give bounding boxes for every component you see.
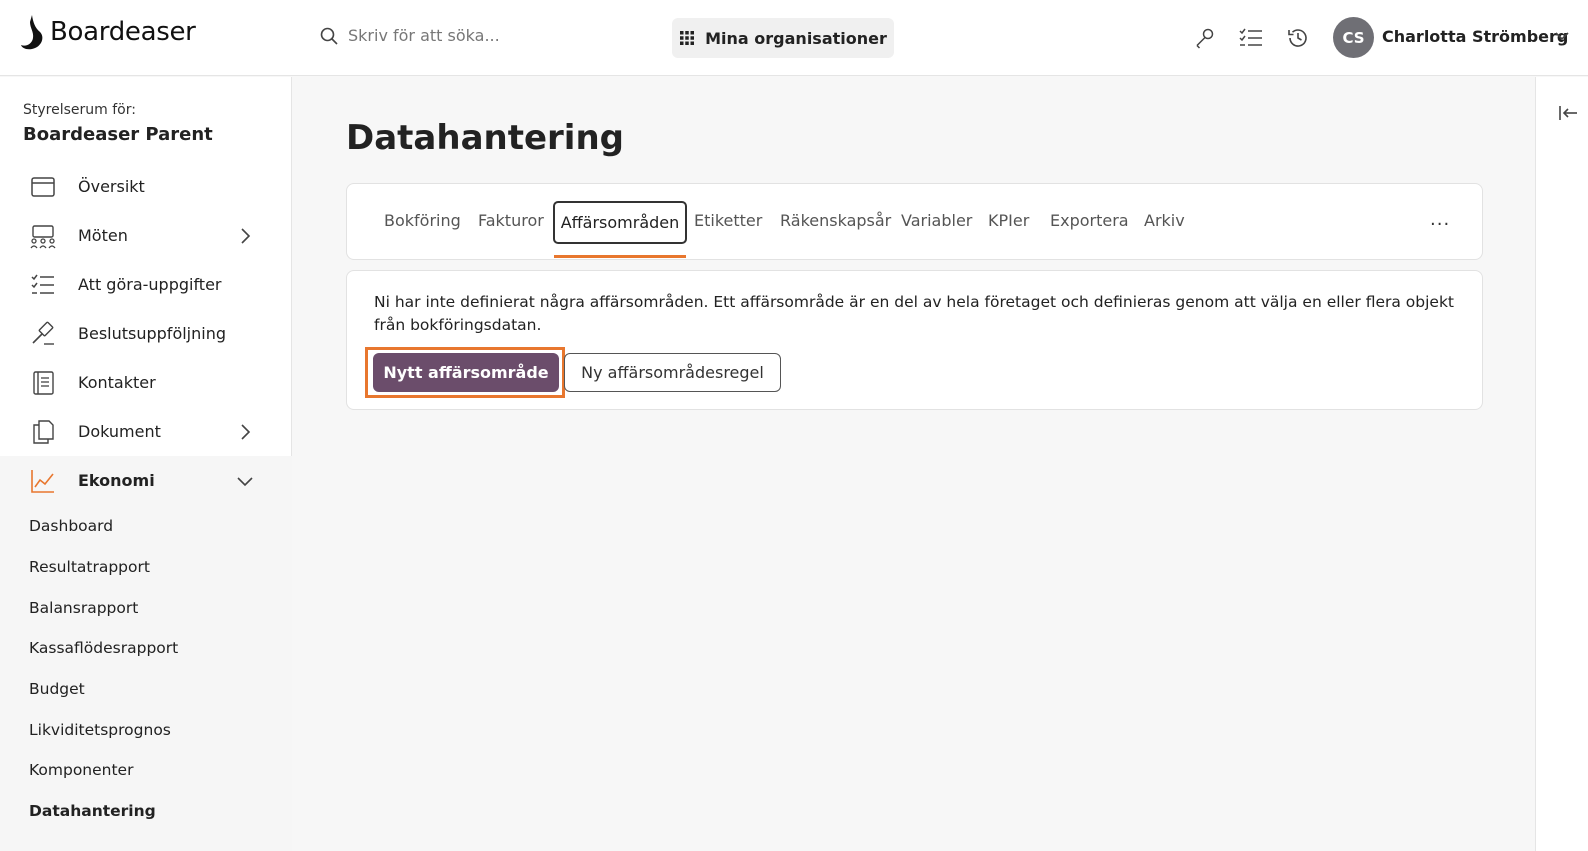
boardroom-title: Boardeaser Parent [23,124,213,145]
tab-variabler[interactable]: Variabler [901,211,972,230]
logo-text: Boardeaser [50,17,196,47]
tab-exportera[interactable]: Exportera [1050,211,1129,230]
my-organisations-button[interactable]: Mina organisationer [672,18,894,58]
ekonomi-submenu [0,502,292,851]
submenu-resultatrapport[interactable]: Resultatrapport [29,558,150,576]
sidebar-item-label: Kontakter [78,373,156,392]
sidebar-item-label: Att göra-uppgifter [78,275,222,294]
sidebar-item-oversikt[interactable]: Översikt [0,162,292,211]
chart-line-icon [31,470,54,493]
chevron-right-icon [241,424,251,440]
sidebar-item-label: Möten [78,226,128,245]
top-bar: Boardeaser Skriv för att söka... Mina or… [0,0,1588,76]
sidebar-item-label: Ekonomi [78,471,155,490]
chevron-right-icon [241,228,251,244]
contacts-book-icon [33,371,54,395]
search-icon [320,27,338,45]
sidebar-item-label: Översikt [78,177,145,196]
boardeaser-logo-icon [21,15,43,50]
gavel-icon [32,321,54,345]
submenu-datahantering[interactable]: Datahantering [29,802,156,820]
tab-arkiv[interactable]: Arkiv [1144,211,1185,230]
boardroom-caption: Styrelserum för: [23,102,136,118]
sidebar-item-label: Dokument [78,422,161,441]
search-bar[interactable]: Skriv för att söka... [320,26,500,45]
sidebar-item-beslutsuppfoljning[interactable]: Beslutsuppföljning [0,309,292,358]
documents-icon [33,420,54,444]
task-list-icon[interactable] [1239,26,1263,50]
sidebar-item-moten[interactable]: Möten [0,211,292,260]
my-organisations-label: Mina organisationer [705,28,887,48]
history-icon[interactable] [1286,26,1310,50]
logo[interactable]: Boardeaser [20,14,196,50]
grid-icon [680,31,695,45]
collapse-panel-icon[interactable] [1558,104,1578,122]
tab-affarsomraden[interactable]: Affärsområden [553,201,687,244]
page-title: Datahantering [346,118,624,158]
sidebar-item-label: Beslutsuppföljning [78,324,226,343]
submenu-dashboard[interactable]: Dashboard [29,517,113,535]
calendar-icon [31,177,55,197]
tab-kpier[interactable]: KPIer [988,211,1029,230]
chevron-down-icon[interactable] [1554,28,1570,48]
key-icon[interactable] [1193,26,1217,50]
avatar[interactable]: CS [1333,17,1374,58]
people-icon [30,225,56,249]
checklist-icon [31,274,54,294]
chevron-down-icon [237,477,253,487]
more-tabs-icon[interactable]: ... [1430,209,1450,230]
submenu-likviditetsprognos[interactable]: Likviditetsprognos [29,721,171,739]
active-tab-indicator [554,255,686,258]
content-card: Ni har inte definierat några affärsområd… [346,270,1483,410]
empty-state-text: Ni har inte definierat några affärsområd… [374,293,1455,334]
search-input[interactable]: Skriv för att söka... [348,26,500,45]
tab-rakenskapsar[interactable]: Räkenskapsår [780,211,891,230]
tab-bokforing[interactable]: Bokföring [384,211,461,230]
new-business-area-button[interactable]: Nytt affärsområde [373,353,559,392]
tab-bar: Bokföring Fakturor Affärsområden Etikett… [346,183,1483,260]
sidebar: Styrelserum för: Boardeaser Parent Övers… [0,77,292,851]
sidebar-item-kontakter[interactable]: Kontakter [0,358,292,407]
sidebar-item-dokument[interactable]: Dokument [0,407,292,456]
submenu-budget[interactable]: Budget [29,680,85,698]
tab-etiketter[interactable]: Etiketter [694,211,762,230]
user-name[interactable]: Charlotta Strömberg [1382,27,1568,46]
right-rail [1535,77,1588,851]
new-business-area-rule-button[interactable]: Ny affärsområdesregel [564,353,781,392]
submenu-balansrapport[interactable]: Balansrapport [29,599,138,617]
sidebar-item-ekonomi[interactable]: Ekonomi [0,456,292,505]
submenu-komponenter[interactable]: Komponenter [29,761,133,779]
sidebar-item-att-gora[interactable]: Att göra-uppgifter [0,260,292,309]
submenu-kassaflodesrapport[interactable]: Kassaflödesrapport [29,639,178,657]
tab-fakturor[interactable]: Fakturor [478,211,544,230]
